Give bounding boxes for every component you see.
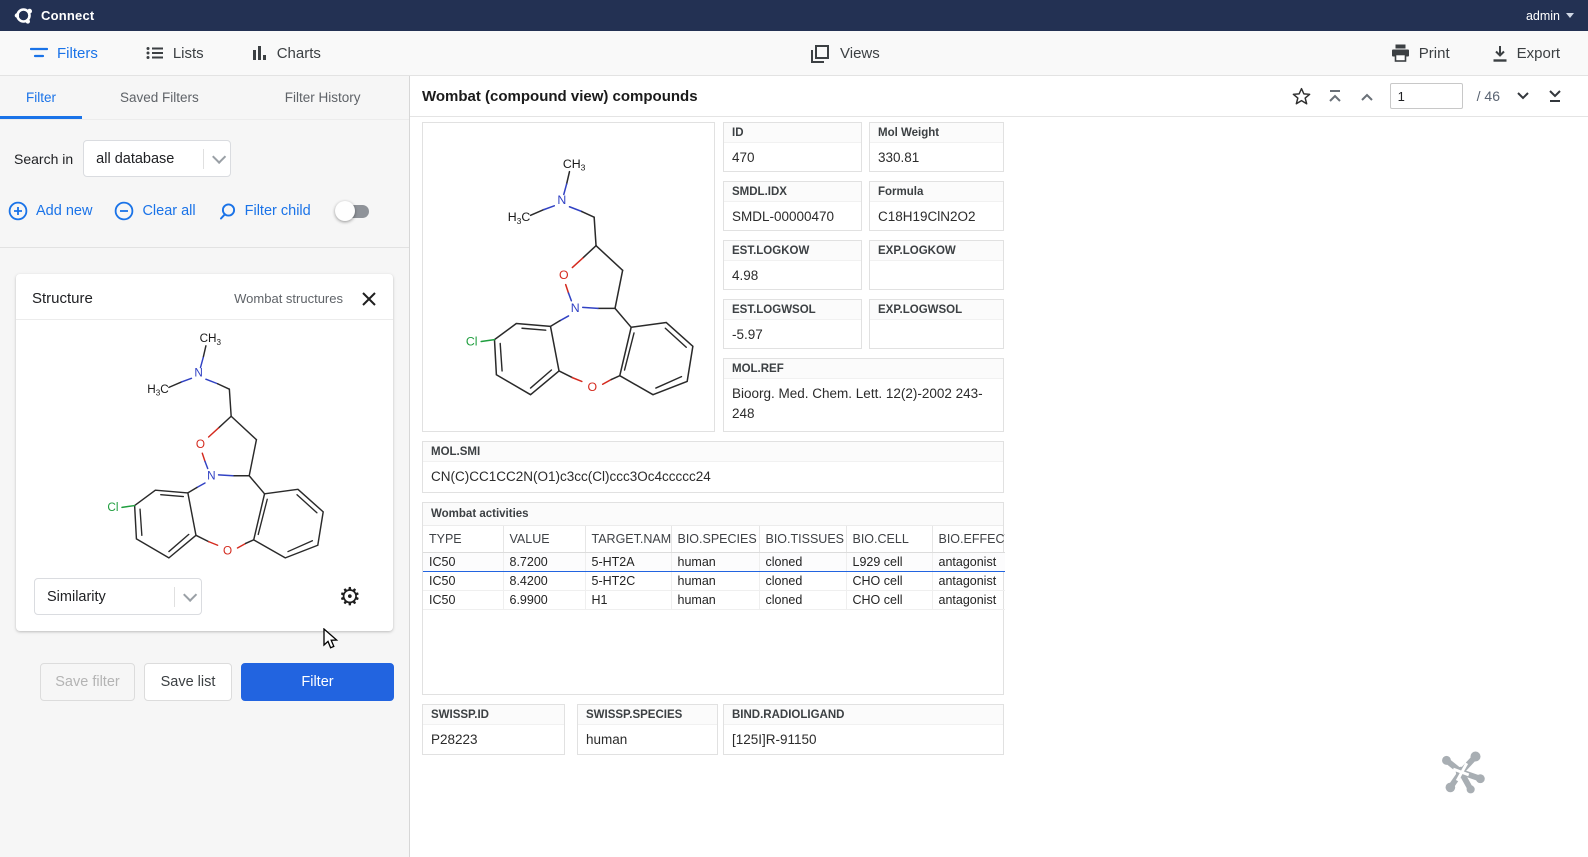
toolbar-charts[interactable]: Charts [252, 45, 321, 62]
field-formula: Formula C18H19ClN2O2 [869, 181, 1004, 231]
wombat-activities-panel: Wombat activities TYPE VALUE TARGET.NAME… [422, 502, 1004, 695]
field-mol-weight: Mol Weight 330.81 [869, 122, 1004, 172]
field-bind-radioligand: BIND.RADIOLIGAND [125I]R-91150 [723, 704, 1004, 755]
field-exp-logwsol: EXP.LOGWSOL [869, 299, 1004, 349]
field-id: ID 470 [723, 122, 862, 172]
clear-all-label: Clear all [142, 203, 195, 219]
page-number-input[interactable] [1390, 83, 1463, 109]
toolbar-views[interactable]: Views [810, 31, 880, 76]
filter-button[interactable]: Filter [241, 663, 394, 701]
similarity-select[interactable]: Similarity [34, 578, 202, 615]
table-row[interactable]: IC508.4200 5-HT2Chuman clonedCHO cell an… [423, 572, 1005, 591]
compound-structure-image[interactable] [422, 122, 715, 432]
field-mol-ref: MOL.REF Bioorg. Med. Chem. Lett. 12(2)-2… [723, 358, 1004, 432]
close-icon[interactable] [361, 291, 377, 307]
charts-icon [252, 46, 268, 61]
chemaxon-watermark-icon [1432, 742, 1490, 800]
field-swissp-species: SWISSP.SPECIES human [577, 704, 718, 755]
filter-child-button[interactable]: Filter child [218, 202, 311, 221]
tab-saved-filters[interactable]: Saved Filters [94, 76, 225, 119]
user-caret-icon [1566, 13, 1574, 18]
toolbar-export-label: Export [1517, 45, 1560, 62]
table-row[interactable]: IC508.7200 5-HT2Ahuman clonedL929 cell a… [423, 553, 1005, 572]
add-circle-icon [8, 201, 28, 221]
clear-all-button[interactable]: Clear all [114, 201, 195, 221]
views-icon [810, 44, 830, 64]
toolbar-views-label: Views [840, 45, 880, 62]
toolbar-print[interactable]: Print [1391, 44, 1450, 62]
save-list-button[interactable]: Save list [144, 663, 232, 701]
toolbar-lists[interactable]: Lists [146, 45, 204, 62]
top-navbar: Connect admin [0, 0, 1588, 31]
activities-title: Wombat activities [423, 503, 1003, 526]
toolbar-filters[interactable]: Filters [30, 45, 98, 62]
export-icon [1492, 45, 1508, 62]
database-select[interactable]: all database [83, 140, 231, 177]
result-view: Wombat (compound view) compounds / 46 [410, 76, 1588, 857]
brand-label: Connect [41, 8, 94, 23]
remove-circle-icon [114, 201, 134, 221]
main-toolbar: Filters Lists Charts Views [0, 31, 1588, 76]
database-select-value: all database [96, 151, 174, 167]
user-name: admin [1526, 9, 1560, 23]
page-total: / 46 [1477, 88, 1500, 104]
field-smdl-idx: SMDL.IDX SMDL-00000470 [723, 181, 862, 231]
structure-card-subtitle: Wombat structures [234, 291, 361, 306]
last-page-icon[interactable] [1546, 88, 1564, 105]
pager: / 46 [1291, 83, 1564, 109]
compound-detail: ID 470 Mol Weight 330.81 SMDL.IDX SMDL-0… [410, 117, 1588, 857]
activities-table: TYPE VALUE TARGET.NAME BIO.SPECIES BIO.T… [423, 526, 1005, 610]
tab-filter-history[interactable]: Filter History [259, 76, 387, 119]
lists-icon [146, 46, 164, 60]
chevron-down-icon [212, 149, 226, 163]
filter-child-toggle[interactable] [335, 201, 371, 221]
user-menu[interactable]: admin [1526, 9, 1574, 23]
sidebar-tabs: Filter Saved Filters Filter History [0, 76, 409, 120]
toolbar-lists-label: Lists [173, 45, 204, 62]
filter-child-label: Filter child [245, 203, 311, 219]
chevron-down-icon [183, 587, 197, 601]
field-est-logwsol: EST.LOGWSOL -5.97 [723, 299, 862, 349]
filter-sidebar: Filter Saved Filters Filter History Sear… [0, 76, 410, 857]
add-new-label: Add new [36, 203, 92, 219]
next-page-icon[interactable] [1514, 89, 1532, 103]
activities-header-row: TYPE VALUE TARGET.NAME BIO.SPECIES BIO.T… [423, 526, 1005, 553]
gear-icon[interactable]: ⚙ [339, 584, 361, 609]
table-row[interactable]: IC506.9900 H1human clonedCHO cell antago… [423, 591, 1005, 610]
save-filter-button[interactable]: Save filter [40, 663, 135, 701]
search-in-label: Search in [14, 151, 73, 167]
filters-icon [30, 46, 48, 60]
sidebar-divider [0, 247, 409, 248]
field-exp-logkow: EXP.LOGKOW [869, 240, 1004, 290]
toolbar-charts-label: Charts [277, 45, 321, 62]
field-mol-smi: MOL.SMI CN(C)CC1CC2N(O1)c3cc(Cl)ccc3Oc4c… [422, 441, 1004, 493]
prev-page-icon[interactable] [1358, 89, 1376, 103]
print-icon [1391, 44, 1410, 62]
structure-editor-canvas[interactable] [16, 320, 393, 572]
field-swissp-id: SWISSP.ID P28223 [422, 704, 565, 755]
connect-logo-icon [14, 6, 33, 25]
first-page-icon[interactable] [1326, 88, 1344, 105]
tab-filter[interactable]: Filter [0, 76, 82, 119]
star-icon[interactable] [1291, 86, 1312, 107]
structure-filter-card: Structure Wombat structures Similarity ⚙ [16, 274, 393, 631]
add-new-button[interactable]: Add new [8, 201, 92, 221]
structure-card-title: Structure [32, 290, 93, 307]
page-title: Wombat (compound view) compounds [422, 88, 698, 105]
search-child-icon [218, 202, 237, 221]
toolbar-print-label: Print [1419, 45, 1450, 62]
similarity-select-value: Similarity [47, 589, 106, 605]
field-est-logkow: EST.LOGKOW 4.98 [723, 240, 862, 290]
toolbar-filters-label: Filters [57, 45, 98, 62]
toolbar-export[interactable]: Export [1492, 45, 1560, 62]
brand: Connect [14, 6, 94, 25]
